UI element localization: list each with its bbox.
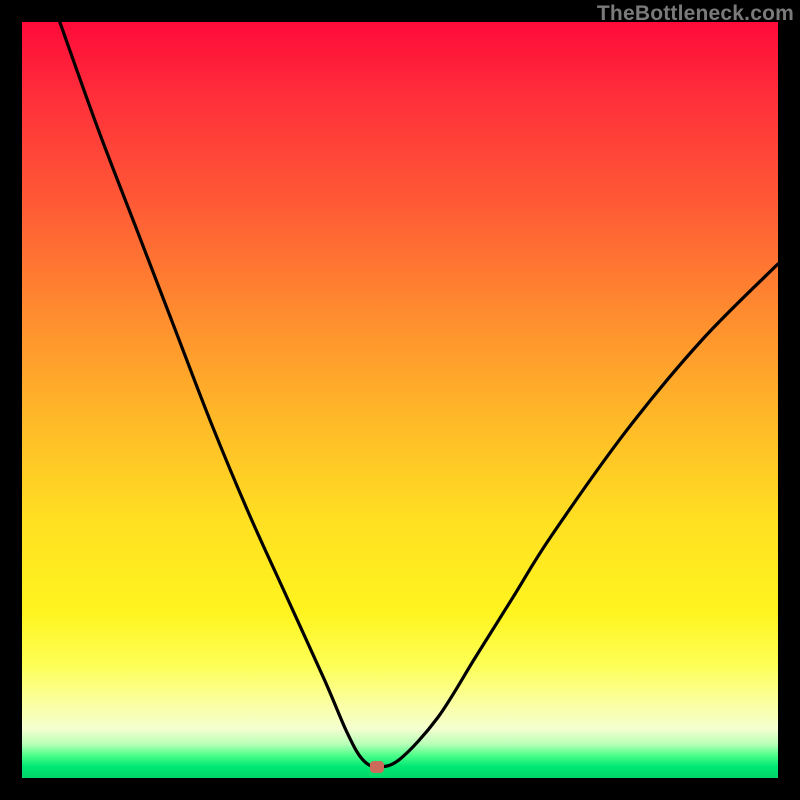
chart-frame: TheBottleneck.com — [0, 0, 800, 800]
bottleneck-curve — [22, 22, 778, 778]
optimum-marker — [370, 761, 384, 773]
curve-path — [60, 22, 778, 767]
watermark-text: TheBottleneck.com — [597, 2, 794, 26]
